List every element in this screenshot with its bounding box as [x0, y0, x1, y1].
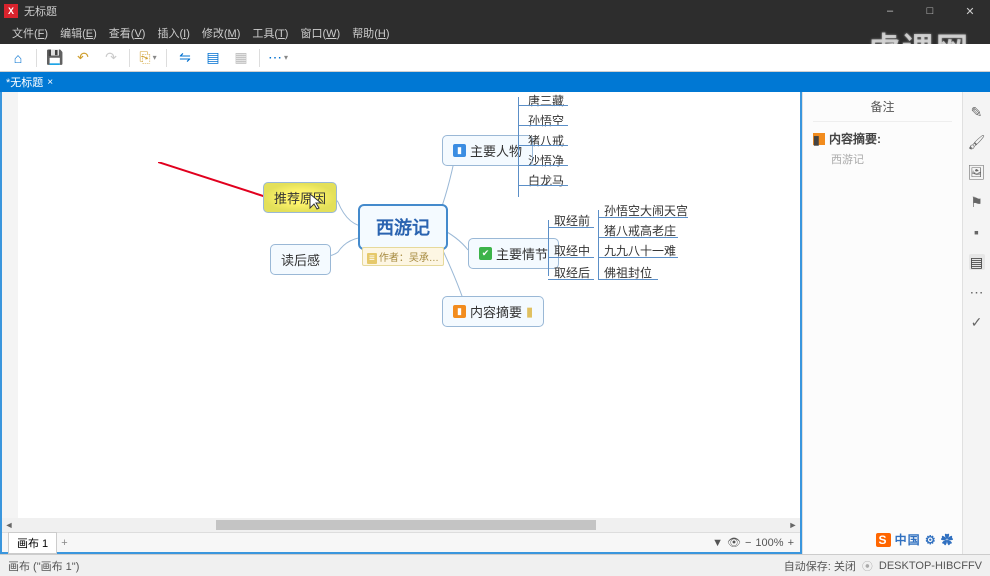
menu-window[interactable]: 窗口(W) [294, 23, 346, 43]
sheet-tab[interactable]: 画布 1 [8, 532, 57, 554]
note-heading: ▮ 内容摘要: [813, 130, 952, 147]
marker-icon: ▮ [453, 144, 466, 157]
root-node[interactable]: 西游记 [358, 204, 448, 250]
flag-icon[interactable]: ⚑ [969, 194, 985, 210]
characters-node[interactable]: ▮ 主要人物 [442, 135, 533, 166]
undo-button[interactable]: ↶ [73, 48, 93, 68]
document-tab[interactable]: *无标题 × [0, 72, 59, 92]
close-button[interactable]: ✕ [950, 0, 990, 22]
zoom-out-button[interactable]: − [745, 537, 751, 549]
menu-modify[interactable]: 修改(M) [196, 23, 247, 43]
icon-rail: ✎ 🖌 🖼 ⚑ ▪ ▤ ⋯ ✓ [962, 92, 990, 554]
eye-icon[interactable]: 👁 [727, 536, 741, 549]
add-sheet-button[interactable]: + [61, 537, 67, 549]
char-leaf[interactable]: 唐三藏 [524, 92, 568, 111]
status-bar: 画布 ("画布 1") 自动保存: 关闭 ⦿ DESKTOP-HIBCFFV [0, 554, 990, 576]
char-leaf[interactable]: 沙悟净 [524, 150, 568, 171]
notes-pane: 备注 ▮ 内容摘要: 西游记 S中国 ⚙ ✿ [803, 92, 962, 554]
menu-bar: 文件(F) 编辑(E) 查看(V) 插入(I) 修改(M) 工具(T) 窗口(W… [0, 22, 990, 44]
brush-icon[interactable]: 🖌 [969, 134, 985, 150]
note-icon: ▮ [526, 304, 533, 320]
char-bracket [518, 97, 519, 197]
minimize-button[interactable]: – [870, 0, 910, 22]
author-tag: ≡作者：吴承… [362, 247, 444, 266]
h-scrollbar[interactable]: ◄ ► [2, 518, 800, 532]
sheet-bar: 画布 1 + ▼ 👁 − 100% + [2, 532, 800, 552]
window-title: 无标题 [24, 3, 57, 19]
status-autosave: 自动保存: 关闭 [784, 558, 856, 574]
share-button[interactable]: ⇋ [175, 48, 195, 68]
connectors [18, 92, 800, 518]
menu-tools[interactable]: 工具(T) [246, 23, 294, 43]
save-button[interactable]: 💾 [45, 48, 65, 68]
notes-icon[interactable]: ▤ [969, 254, 985, 270]
style-icon[interactable]: ✎ [969, 104, 985, 120]
comments-icon[interactable]: ⋯ [969, 284, 985, 300]
char-leaf[interactable]: 孙悟空 [524, 110, 568, 131]
canvas[interactable]: 西游记 ≡作者：吴承… 推荐原因 读后感 ▮ 主要人物 唐三藏 [18, 92, 800, 518]
char-leaf[interactable]: 猪八戒 [524, 130, 568, 151]
summary-node[interactable]: ▮ 内容摘要 ▮ [442, 296, 544, 327]
more-button[interactable]: ⋯ [268, 48, 288, 68]
zoom-value: 100% [755, 537, 783, 549]
marker-icon: ▮ [813, 133, 825, 145]
zoom-in-button[interactable]: + [788, 537, 794, 549]
plot-bracket [548, 220, 549, 276]
marker-icon: ✔ [479, 247, 492, 260]
scroll-thumb[interactable] [216, 520, 596, 530]
pin-icon[interactable]: ▪ [969, 224, 985, 240]
plot-node[interactable]: ✔ 主要情节 [468, 238, 559, 269]
summary-label: 内容摘要 [470, 302, 522, 321]
note-body[interactable]: 西游记 [813, 147, 952, 167]
redo-button[interactable]: ↷ [101, 48, 121, 68]
scroll-left-icon[interactable]: ◄ [2, 520, 16, 530]
left-gutter [2, 92, 18, 518]
right-panel: 备注 ▮ 内容摘要: 西游记 S中国 ⚙ ✿ ✎ 🖌 🖼 ⚑ ▪ ▤ ⋯ ✓ [802, 92, 990, 554]
menu-edit[interactable]: 编辑(E) [54, 23, 103, 43]
package-button[interactable]: ▤ [203, 48, 223, 68]
canvas-area: 西游记 ≡作者：吴承… 推荐原因 读后感 ▮ 主要人物 唐三藏 [0, 92, 802, 554]
app-icon: X [4, 4, 18, 18]
scroll-right-icon[interactable]: ► [786, 520, 800, 530]
characters-label: 主要人物 [470, 141, 522, 160]
menu-view[interactable]: 查看(V) [103, 23, 152, 43]
marker-icon: ▮ [453, 305, 466, 318]
filter-icon[interactable]: ▼ [712, 537, 723, 549]
presentation-button[interactable]: ▦ [231, 48, 251, 68]
task-icon[interactable]: ✓ [969, 314, 985, 330]
reason-label: 推荐原因 [274, 188, 326, 207]
status-left: 画布 ("画布 1") [8, 558, 79, 574]
export-button[interactable]: ⎘ [138, 48, 158, 68]
menu-file[interactable]: 文件(F) [6, 23, 54, 43]
tab-close-icon[interactable]: × [47, 77, 53, 88]
ime-badge: S中国 ⚙ ✿ [876, 531, 954, 548]
maximize-button[interactable]: □ [910, 0, 950, 22]
char-leaf[interactable]: 白龙马 [524, 170, 568, 191]
plot-bracket-2 [598, 210, 599, 280]
reason-node[interactable]: 推荐原因 [263, 182, 337, 213]
home-button[interactable]: ⌂ [8, 48, 28, 68]
status-desktop: DESKTOP-HIBCFFV [879, 560, 982, 572]
feeling-label: 读后感 [281, 250, 320, 269]
feeling-node[interactable]: 读后感 [270, 244, 331, 275]
tab-label: *无标题 [6, 74, 43, 90]
menu-help[interactable]: 帮助(H) [346, 23, 395, 43]
menu-insert[interactable]: 插入(I) [151, 23, 195, 43]
document-tab-strip: *无标题 × [0, 72, 990, 92]
notes-title: 备注 [813, 98, 952, 122]
title-bar: X 无标题 – □ ✕ [0, 0, 990, 22]
image-icon[interactable]: 🖼 [969, 164, 985, 180]
toolbar: ⌂ 💾 ↶ ↷ ⎘ ⇋ ▤ ▦ ⋯ [0, 44, 990, 72]
plot-label: 主要情节 [496, 244, 548, 263]
